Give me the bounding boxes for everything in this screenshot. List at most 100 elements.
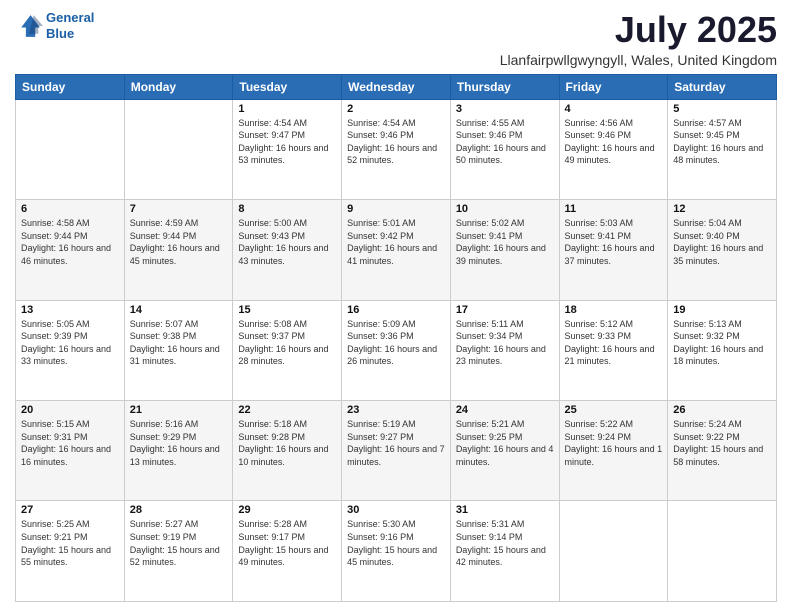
day-info: Sunrise: 5:02 AMSunset: 9:41 PMDaylight:… <box>456 217 554 267</box>
calendar-cell: 3 Sunrise: 4:55 AMSunset: 9:46 PMDaylight… <box>450 99 559 199</box>
day-number: 9 <box>347 203 445 215</box>
day-info: Sunrise: 5:08 AMSunset: 9:37 PMDaylight:… <box>238 318 336 368</box>
location: Llanfairpwllgwyngyll, Wales, United King… <box>500 52 777 68</box>
day-number: 16 <box>347 304 445 316</box>
calendar-cell: 20 Sunrise: 5:15 AMSunset: 9:31 PMDayligh… <box>16 401 125 501</box>
day-number: 4 <box>565 103 663 115</box>
calendar-cell: 2Sunrise: 4:54 AMSunset: 9:46 PMDaylight… <box>342 99 451 199</box>
day-number: 19 <box>673 304 771 316</box>
calendar-cell: 11 Sunrise: 5:03 AMSunset: 9:41 PMDayligh… <box>559 200 668 300</box>
header: General Blue July 2025 Llanfairpwllgwyng… <box>15 10 777 68</box>
calendar-cell: 28Sunrise: 5:27 AMSunset: 9:19 PMDayligh… <box>124 501 233 602</box>
day-info: Sunrise: 5:21 AMSunset: 9:25 PMDaylight:… <box>456 418 554 468</box>
logo-line2: Blue <box>46 26 74 41</box>
day-info: Sunrise: 4:58 AMSunset: 9:44 PMDaylight:… <box>21 217 119 267</box>
day-info: Sunrise: 4:57 AMSunset: 9:45 PMDaylight:… <box>673 117 771 167</box>
calendar-cell: 4 Sunrise: 4:56 AMSunset: 9:46 PMDaylight… <box>559 99 668 199</box>
calendar-cell: 29 Sunrise: 5:28 AMSunset: 9:17 PMDayligh… <box>233 501 342 602</box>
calendar-week-3: 13 Sunrise: 5:05 AMSunset: 9:39 PMDayligh… <box>16 300 777 400</box>
logo-text: General Blue <box>46 10 94 41</box>
day-info: Sunrise: 5:13 AMSunset: 9:32 PMDaylight:… <box>673 318 771 368</box>
calendar-week-2: 6Sunrise: 4:58 AMSunset: 9:44 PMDaylight… <box>16 200 777 300</box>
col-tuesday: Tuesday <box>233 74 342 99</box>
day-number: 18 <box>565 304 663 316</box>
day-number: 13 <box>21 304 119 316</box>
calendar-week-5: 27Sunrise: 5:25 AMSunset: 9:21 PMDayligh… <box>16 501 777 602</box>
col-friday: Friday <box>559 74 668 99</box>
calendar-cell: 23Sunrise: 5:19 AMSunset: 9:27 PMDayligh… <box>342 401 451 501</box>
day-info: Sunrise: 5:30 AMSunset: 9:16 PMDaylight:… <box>347 518 445 568</box>
col-monday: Monday <box>124 74 233 99</box>
day-info: Sunrise: 5:18 AMSunset: 9:28 PMDaylight:… <box>238 418 336 468</box>
day-number: 8 <box>238 203 336 215</box>
day-number: 17 <box>456 304 554 316</box>
day-info: Sunrise: 5:27 AMSunset: 9:19 PMDaylight:… <box>130 518 228 568</box>
day-number: 24 <box>456 404 554 416</box>
calendar-cell: 18Sunrise: 5:12 AMSunset: 9:33 PMDayligh… <box>559 300 668 400</box>
day-info: Sunrise: 5:03 AMSunset: 9:41 PMDaylight:… <box>565 217 663 267</box>
day-info: Sunrise: 5:11 AMSunset: 9:34 PMDaylight:… <box>456 318 554 368</box>
day-info: Sunrise: 5:16 AMSunset: 9:29 PMDaylight:… <box>130 418 228 468</box>
calendar-cell: 31Sunrise: 5:31 AMSunset: 9:14 PMDayligh… <box>450 501 559 602</box>
day-info: Sunrise: 5:05 AMSunset: 9:39 PMDaylight:… <box>21 318 119 368</box>
calendar-cell <box>668 501 777 602</box>
calendar-cell: 14 Sunrise: 5:07 AMSunset: 9:38 PMDayligh… <box>124 300 233 400</box>
calendar-cell: 12Sunrise: 5:04 AMSunset: 9:40 PMDayligh… <box>668 200 777 300</box>
calendar-cell: 5 Sunrise: 4:57 AMSunset: 9:45 PMDaylight… <box>668 99 777 199</box>
calendar-cell: 16Sunrise: 5:09 AMSunset: 9:36 PMDayligh… <box>342 300 451 400</box>
calendar-cell: 10 Sunrise: 5:02 AMSunset: 9:41 PMDayligh… <box>450 200 559 300</box>
calendar-cell <box>124 99 233 199</box>
calendar-cell <box>559 501 668 602</box>
title-block: July 2025 Llanfairpwllgwyngyll, Wales, U… <box>500 10 777 68</box>
day-number: 21 <box>130 404 228 416</box>
day-info: Sunrise: 4:54 AMSunset: 9:46 PMDaylight:… <box>347 117 445 167</box>
logo: General Blue <box>15 10 94 41</box>
day-info: Sunrise: 5:22 AMSunset: 9:24 PMDaylight:… <box>565 418 663 468</box>
day-number: 3 <box>456 103 554 115</box>
day-number: 10 <box>456 203 554 215</box>
day-number: 29 <box>238 504 336 516</box>
calendar-header-row: Sunday Monday Tuesday Wednesday Thursday… <box>16 74 777 99</box>
day-info: Sunrise: 5:15 AMSunset: 9:31 PMDaylight:… <box>21 418 119 468</box>
day-info: Sunrise: 5:31 AMSunset: 9:14 PMDaylight:… <box>456 518 554 568</box>
col-saturday: Saturday <box>668 74 777 99</box>
day-info: Sunrise: 5:28 AMSunset: 9:17 PMDaylight:… <box>238 518 336 568</box>
calendar-cell: 13 Sunrise: 5:05 AMSunset: 9:39 PMDayligh… <box>16 300 125 400</box>
calendar-cell: 30 Sunrise: 5:30 AMSunset: 9:16 PMDayligh… <box>342 501 451 602</box>
calendar-cell: 19 Sunrise: 5:13 AMSunset: 9:32 PMDayligh… <box>668 300 777 400</box>
day-info: Sunrise: 5:07 AMSunset: 9:38 PMDaylight:… <box>130 318 228 368</box>
calendar-week-1: 1Sunrise: 4:54 AMSunset: 9:47 PMDaylight… <box>16 99 777 199</box>
day-info: Sunrise: 5:24 AMSunset: 9:22 PMDaylight:… <box>673 418 771 468</box>
day-number: 30 <box>347 504 445 516</box>
day-info: Sunrise: 5:01 AMSunset: 9:42 PMDaylight:… <box>347 217 445 267</box>
calendar-cell: 6Sunrise: 4:58 AMSunset: 9:44 PMDaylight… <box>16 200 125 300</box>
logo-line1: General <box>46 10 94 25</box>
day-info: Sunrise: 5:19 AMSunset: 9:27 PMDaylight:… <box>347 418 445 468</box>
day-number: 11 <box>565 203 663 215</box>
day-info: Sunrise: 4:56 AMSunset: 9:46 PMDaylight:… <box>565 117 663 167</box>
day-info: Sunrise: 5:00 AMSunset: 9:43 PMDaylight:… <box>238 217 336 267</box>
calendar-table: Sunday Monday Tuesday Wednesday Thursday… <box>15 74 777 602</box>
day-number: 22 <box>238 404 336 416</box>
calendar-cell: 25Sunrise: 5:22 AMSunset: 9:24 PMDayligh… <box>559 401 668 501</box>
calendar-cell: 26 Sunrise: 5:24 AMSunset: 9:22 PMDayligh… <box>668 401 777 501</box>
calendar-cell: 21 Sunrise: 5:16 AMSunset: 9:29 PMDayligh… <box>124 401 233 501</box>
calendar-cell: 15Sunrise: 5:08 AMSunset: 9:37 PMDayligh… <box>233 300 342 400</box>
col-wednesday: Wednesday <box>342 74 451 99</box>
day-info: Sunrise: 4:59 AMSunset: 9:44 PMDaylight:… <box>130 217 228 267</box>
day-number: 20 <box>21 404 119 416</box>
calendar-cell: 24 Sunrise: 5:21 AMSunset: 9:25 PMDayligh… <box>450 401 559 501</box>
calendar-week-4: 20 Sunrise: 5:15 AMSunset: 9:31 PMDayligh… <box>16 401 777 501</box>
calendar-cell: 22 Sunrise: 5:18 AMSunset: 9:28 PMDayligh… <box>233 401 342 501</box>
day-number: 26 <box>673 404 771 416</box>
day-number: 14 <box>130 304 228 316</box>
calendar-cell: 7 Sunrise: 4:59 AMSunset: 9:44 PMDaylight… <box>124 200 233 300</box>
calendar-cell: 27Sunrise: 5:25 AMSunset: 9:21 PMDayligh… <box>16 501 125 602</box>
month-year: July 2025 <box>500 10 777 50</box>
day-info: Sunrise: 4:55 AMSunset: 9:46 PMDaylight:… <box>456 117 554 167</box>
day-number: 7 <box>130 203 228 215</box>
calendar-cell: 17 Sunrise: 5:11 AMSunset: 9:34 PMDayligh… <box>450 300 559 400</box>
day-number: 12 <box>673 203 771 215</box>
day-number: 5 <box>673 103 771 115</box>
day-number: 27 <box>21 504 119 516</box>
